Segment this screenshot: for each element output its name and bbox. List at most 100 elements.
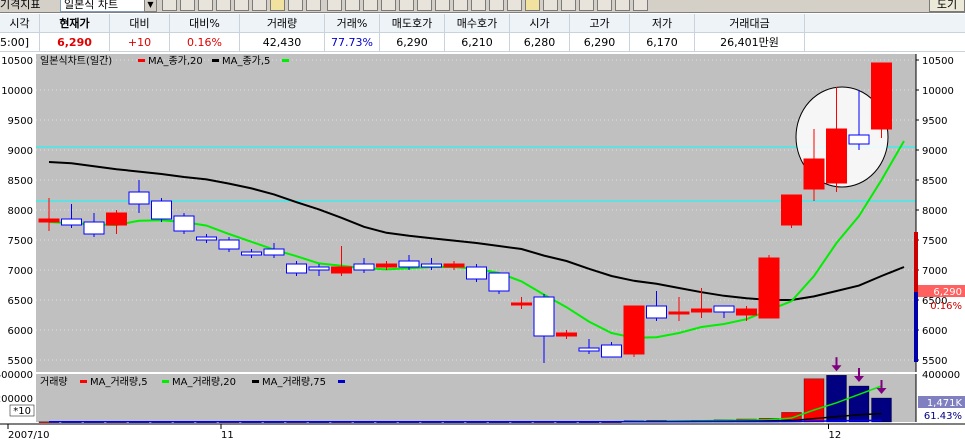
quote-header: 거래대금 xyxy=(695,14,805,33)
volume-bar xyxy=(803,378,825,423)
candle-body xyxy=(466,266,487,280)
square-icon[interactable] xyxy=(543,0,558,11)
legend-vol-ma5: MA_거래량,5 xyxy=(90,376,148,388)
legend-vol-ma20: MA_거래량,20 xyxy=(172,376,236,388)
price-change-badge-text: 0.16% xyxy=(930,301,962,312)
candle-body xyxy=(286,263,307,274)
zoom-icon[interactable] xyxy=(363,0,378,11)
quote-amount: 26,401만원 xyxy=(695,33,805,52)
candle-body xyxy=(781,194,802,226)
right-icon[interactable] xyxy=(471,0,486,11)
price-y-tick-label: 10500 xyxy=(1,56,33,67)
price-y-tick-label-right: 10500 xyxy=(922,56,954,67)
quote-header: 대비 xyxy=(110,14,170,33)
toolbar: 기격지표 일본식 차트 ▼ 도기 xyxy=(0,0,965,13)
candle-body xyxy=(556,332,577,337)
candle-body xyxy=(623,305,645,355)
compare-icon[interactable] xyxy=(417,0,432,11)
fit-icon[interactable] xyxy=(381,0,396,11)
pen-icon[interactable] xyxy=(162,0,177,11)
volume-title: 거래량 xyxy=(40,376,68,388)
copy-icon[interactable] xyxy=(399,0,414,11)
chevron-down-icon[interactable]: ▼ xyxy=(144,0,157,12)
chevrons-icon[interactable] xyxy=(288,0,303,11)
candle-body xyxy=(106,212,127,226)
ruler-icon[interactable] xyxy=(216,0,231,11)
legend-swatch-price xyxy=(138,59,145,62)
line-icon[interactable] xyxy=(198,0,213,11)
candle-body xyxy=(376,263,397,268)
candle-body xyxy=(803,158,825,190)
candle-body xyxy=(848,134,870,145)
zoom-in-icon[interactable] xyxy=(561,0,576,11)
down-icon[interactable] xyxy=(453,0,468,11)
price-y-tick-label: 6500 xyxy=(8,296,33,307)
candle-body xyxy=(218,239,240,250)
box-icon[interactable] xyxy=(327,0,342,11)
zoom-out-icon[interactable] xyxy=(579,0,594,11)
legend-vol-ma75: MA_거래량,75 xyxy=(262,376,326,388)
price-y-tick-label: 8000 xyxy=(8,206,33,217)
quote-current-price: 6,290 xyxy=(40,33,110,52)
candle-body xyxy=(196,236,217,241)
candle-body xyxy=(173,215,195,232)
circle-icon[interactable] xyxy=(525,0,540,11)
candle-body xyxy=(646,305,667,319)
volume-bar xyxy=(871,397,892,423)
price-y-tick-label: 7500 xyxy=(8,236,33,247)
candle-body xyxy=(128,191,150,205)
search-icon[interactable] xyxy=(597,0,612,11)
candle-body xyxy=(691,308,712,313)
x-axis-band xyxy=(0,424,965,440)
left-icon[interactable] xyxy=(435,0,450,11)
quote-header: 거래% xyxy=(325,14,380,33)
chart-type-select[interactable]: 일본식 차트 xyxy=(60,0,155,12)
quote-header: 대비% xyxy=(170,14,240,33)
x-axis-label: 12 xyxy=(829,430,842,440)
settings-icon[interactable] xyxy=(633,0,648,11)
up-icon[interactable] xyxy=(489,0,504,11)
candle-body xyxy=(713,305,735,313)
price-y-tick-label-right: 7000 xyxy=(922,266,947,277)
curve-icon[interactable] xyxy=(180,0,195,11)
legend-swatch-vol-ma75 xyxy=(338,380,345,383)
chart-area: 5500 6000 6500 7000 7500 8000 8500 9000 9500 1000… xyxy=(0,52,965,440)
x-axis-label: 2007/10 xyxy=(8,430,50,440)
price-y-tick-label: 5500 xyxy=(8,356,33,367)
legend-swatch-vol-ma20 xyxy=(252,380,259,383)
refresh-icon[interactable] xyxy=(507,0,522,11)
price-current-badge-text: 6,290 xyxy=(933,287,962,298)
quote-header: 매도호가 xyxy=(380,14,445,33)
candle-body xyxy=(511,302,532,306)
quote-high: 6,290 xyxy=(570,33,630,52)
price-y-tick-label: 8500 xyxy=(8,176,33,187)
price-y-tick-label-right: 8000 xyxy=(922,206,947,217)
candle-body xyxy=(61,218,82,226)
reset-icon[interactable] xyxy=(615,0,630,11)
price-title: 일본식차트(일간) xyxy=(40,55,112,67)
quote-table: 시각 현재가 대비 대비% 거래량 거래% 매도호가 매수호가 시가 고가 저가… xyxy=(0,14,965,52)
pencil-icon[interactable] xyxy=(306,0,321,11)
price-y-tick-label: 6000 xyxy=(8,326,33,337)
price-range-bar-red xyxy=(914,232,918,292)
quote-value-row: 5:00] 6,290 +10 0.16% 42,430 77.73% 6,29… xyxy=(0,33,965,52)
candle-body xyxy=(83,221,105,235)
grid-icon[interactable] xyxy=(252,0,267,11)
chart-svg[interactable]: 5500 6000 6500 7000 7500 8000 8500 9000 9500 1000… xyxy=(0,52,965,440)
candle-body xyxy=(533,296,555,337)
candle-body xyxy=(826,128,847,184)
candle-body xyxy=(421,263,442,268)
legend-swatch-vol xyxy=(80,380,87,383)
quote-change: +10 xyxy=(110,33,170,52)
price-y-tick-label-right: 9000 xyxy=(922,146,947,157)
hline-icon[interactable] xyxy=(234,0,249,11)
legend-swatch-ma20 xyxy=(212,59,219,62)
calendar-icon[interactable] xyxy=(345,0,360,11)
wave-icon[interactable] xyxy=(270,0,285,11)
price-y-tick-label-right: 7500 xyxy=(922,236,947,247)
candle-body xyxy=(353,263,375,271)
quote-ask: 6,290 xyxy=(380,33,445,52)
right-toolbar-button[interactable]: 도기 xyxy=(929,0,965,12)
price-y-tick-label: 7000 xyxy=(8,266,33,277)
price-y-tick-label: 10000 xyxy=(1,86,33,97)
